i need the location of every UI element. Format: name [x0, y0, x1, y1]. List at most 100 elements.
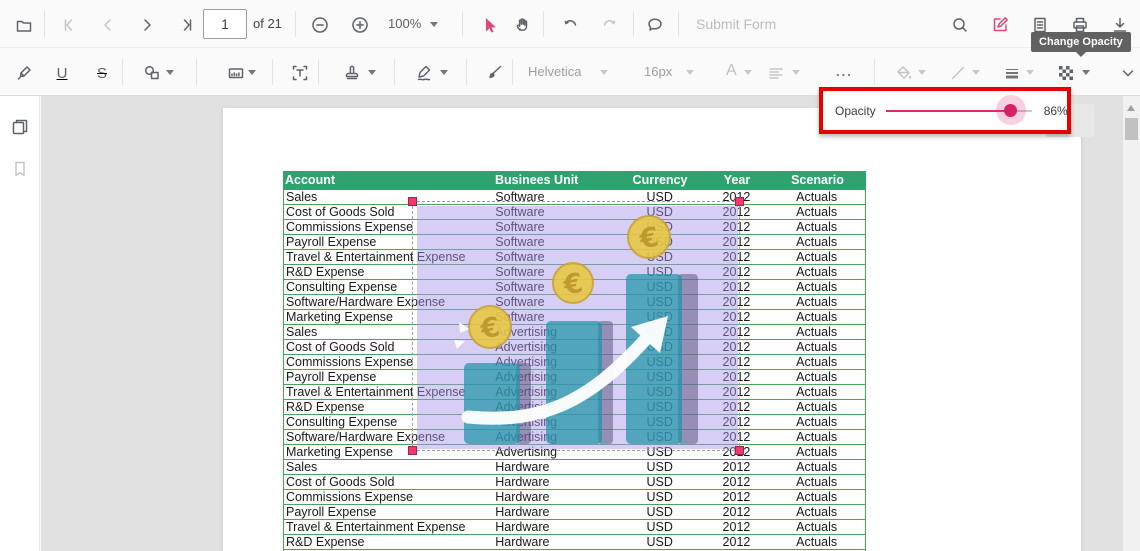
search-icon[interactable] [946, 11, 974, 39]
chevron-down-icon [1026, 70, 1034, 75]
table-cell: Actuals [768, 310, 865, 324]
table-cell: Actuals [768, 400, 865, 414]
scroll-up-icon[interactable] [1127, 105, 1135, 111]
divider [394, 59, 395, 85]
zoom-level-select[interactable]: 100% [388, 16, 421, 31]
hand-tool-icon[interactable] [508, 11, 536, 39]
table-cell: Cost of Goods Sold [284, 475, 495, 489]
header-cell: Scenario [769, 171, 866, 190]
divider [466, 59, 467, 85]
table-cell: Actuals [768, 415, 865, 429]
chevron-down-icon[interactable] [440, 70, 448, 75]
divider [512, 59, 513, 85]
table-cell: Sales [284, 460, 495, 474]
stamp-icon[interactable] [338, 59, 366, 87]
more-options-button[interactable]: ... [836, 64, 853, 79]
table-cell: Actuals [768, 340, 865, 354]
chevron-down-icon [972, 70, 980, 75]
table-cell: Travel & Entertainment Expense [284, 520, 495, 534]
table-cell: Actuals [768, 190, 865, 204]
zoom-out-icon[interactable] [306, 11, 334, 39]
table-cell: 2012 [705, 475, 769, 489]
table-cell: USD [615, 460, 705, 474]
change-opacity-tooltip: Change Opacity [1031, 32, 1131, 52]
chevron-down-icon [744, 70, 752, 75]
resize-handle-top-left[interactable] [408, 197, 417, 206]
chevron-down-icon[interactable] [1082, 70, 1090, 75]
form-edit-icon[interactable] [986, 11, 1014, 39]
brush-icon[interactable] [480, 59, 508, 87]
highlighter-icon[interactable] [10, 59, 38, 87]
image-tool-icon[interactable] [222, 59, 250, 87]
table-row: R&D ExpenseHardwareUSD2012Actuals [284, 535, 865, 550]
underline-button[interactable]: U [48, 59, 76, 87]
bookmark-panel-icon[interactable] [6, 155, 34, 183]
table-cell: Payroll Expense [284, 505, 495, 519]
scrollbar-thumb[interactable] [1125, 118, 1138, 140]
select-cursor-icon[interactable] [476, 11, 504, 39]
table-cell: Actuals [768, 205, 865, 219]
chevron-down-icon[interactable] [248, 70, 256, 75]
opacity-slider-track[interactable] [886, 110, 1032, 112]
zoom-in-icon[interactable] [346, 11, 374, 39]
table-cell: Actuals [768, 280, 865, 294]
resize-handle-bottom-left[interactable] [408, 446, 417, 455]
header-cell: Currency [615, 171, 705, 190]
table-cell: USD [615, 520, 705, 534]
next-page-button[interactable] [133, 11, 161, 39]
table-cell: 2012 [705, 505, 769, 519]
signature-icon[interactable] [410, 59, 438, 87]
fill-color-icon [890, 59, 918, 87]
table-cell: Actuals [768, 460, 865, 474]
prev-page-button[interactable] [94, 11, 122, 39]
table-cell: Actuals [768, 535, 865, 549]
divider [295, 11, 296, 37]
comment-icon[interactable] [641, 11, 669, 39]
collapse-chevron-icon[interactable] [1114, 59, 1140, 87]
table-cell: 2012 [705, 535, 769, 549]
page-number-input[interactable] [203, 9, 247, 39]
vertical-scrollbar[interactable] [1123, 96, 1140, 551]
redo-icon[interactable] [596, 11, 624, 39]
table-cell: Actuals [768, 295, 865, 309]
submit-form-button: Submit Form [696, 16, 776, 32]
first-page-button[interactable] [54, 11, 82, 39]
pdf-editor-window: { "top_toolbar": { "page_number": "1", "… [0, 0, 1140, 551]
divider [196, 59, 197, 85]
opacity-grid-icon[interactable] [1052, 59, 1080, 87]
resize-handle-top-right[interactable] [735, 197, 744, 206]
table-cell: 2012 [705, 490, 769, 504]
table-cell: Actuals [768, 430, 865, 444]
line-weight-icon[interactable] [998, 59, 1026, 87]
table-cell: Hardware [495, 490, 615, 504]
table-row: SalesHardwareUSD2012Actuals [284, 460, 865, 475]
table-cell: Actuals [768, 520, 865, 534]
table-cell: Hardware [495, 460, 615, 474]
pages-panel-icon[interactable] [6, 113, 34, 141]
header-cell: Businees Unit [495, 171, 615, 190]
divider [874, 59, 875, 85]
slider-halo [996, 95, 1026, 125]
undo-icon[interactable] [556, 11, 584, 39]
table-cell: USD [615, 505, 705, 519]
chevron-down-icon [430, 22, 438, 27]
table-cell: Hardware [495, 535, 615, 549]
chevron-down-icon [600, 70, 608, 75]
opacity-slider-handle[interactable] [1004, 104, 1017, 117]
shapes-icon[interactable] [138, 59, 166, 87]
table-cell: Actuals [768, 355, 865, 369]
chevron-down-icon[interactable] [368, 70, 376, 75]
divider [272, 59, 273, 85]
table-cell: 2012 [705, 520, 769, 534]
resize-handle-bottom-right[interactable] [735, 446, 744, 455]
last-page-button[interactable] [174, 11, 202, 39]
strikethrough-button[interactable]: S [88, 59, 116, 87]
table-cell: R&D Expense [284, 535, 495, 549]
textbox-icon[interactable] [286, 59, 314, 87]
folder-icon[interactable] [10, 11, 38, 39]
table-row: Commissions ExpenseHardwareUSD2012Actual… [284, 490, 865, 505]
chevron-down-icon[interactable] [166, 70, 174, 75]
selected-image-overlay[interactable]: € € € [412, 201, 740, 451]
font-size-select: 16px [644, 64, 672, 79]
table-cell: Commissions Expense [284, 490, 495, 504]
